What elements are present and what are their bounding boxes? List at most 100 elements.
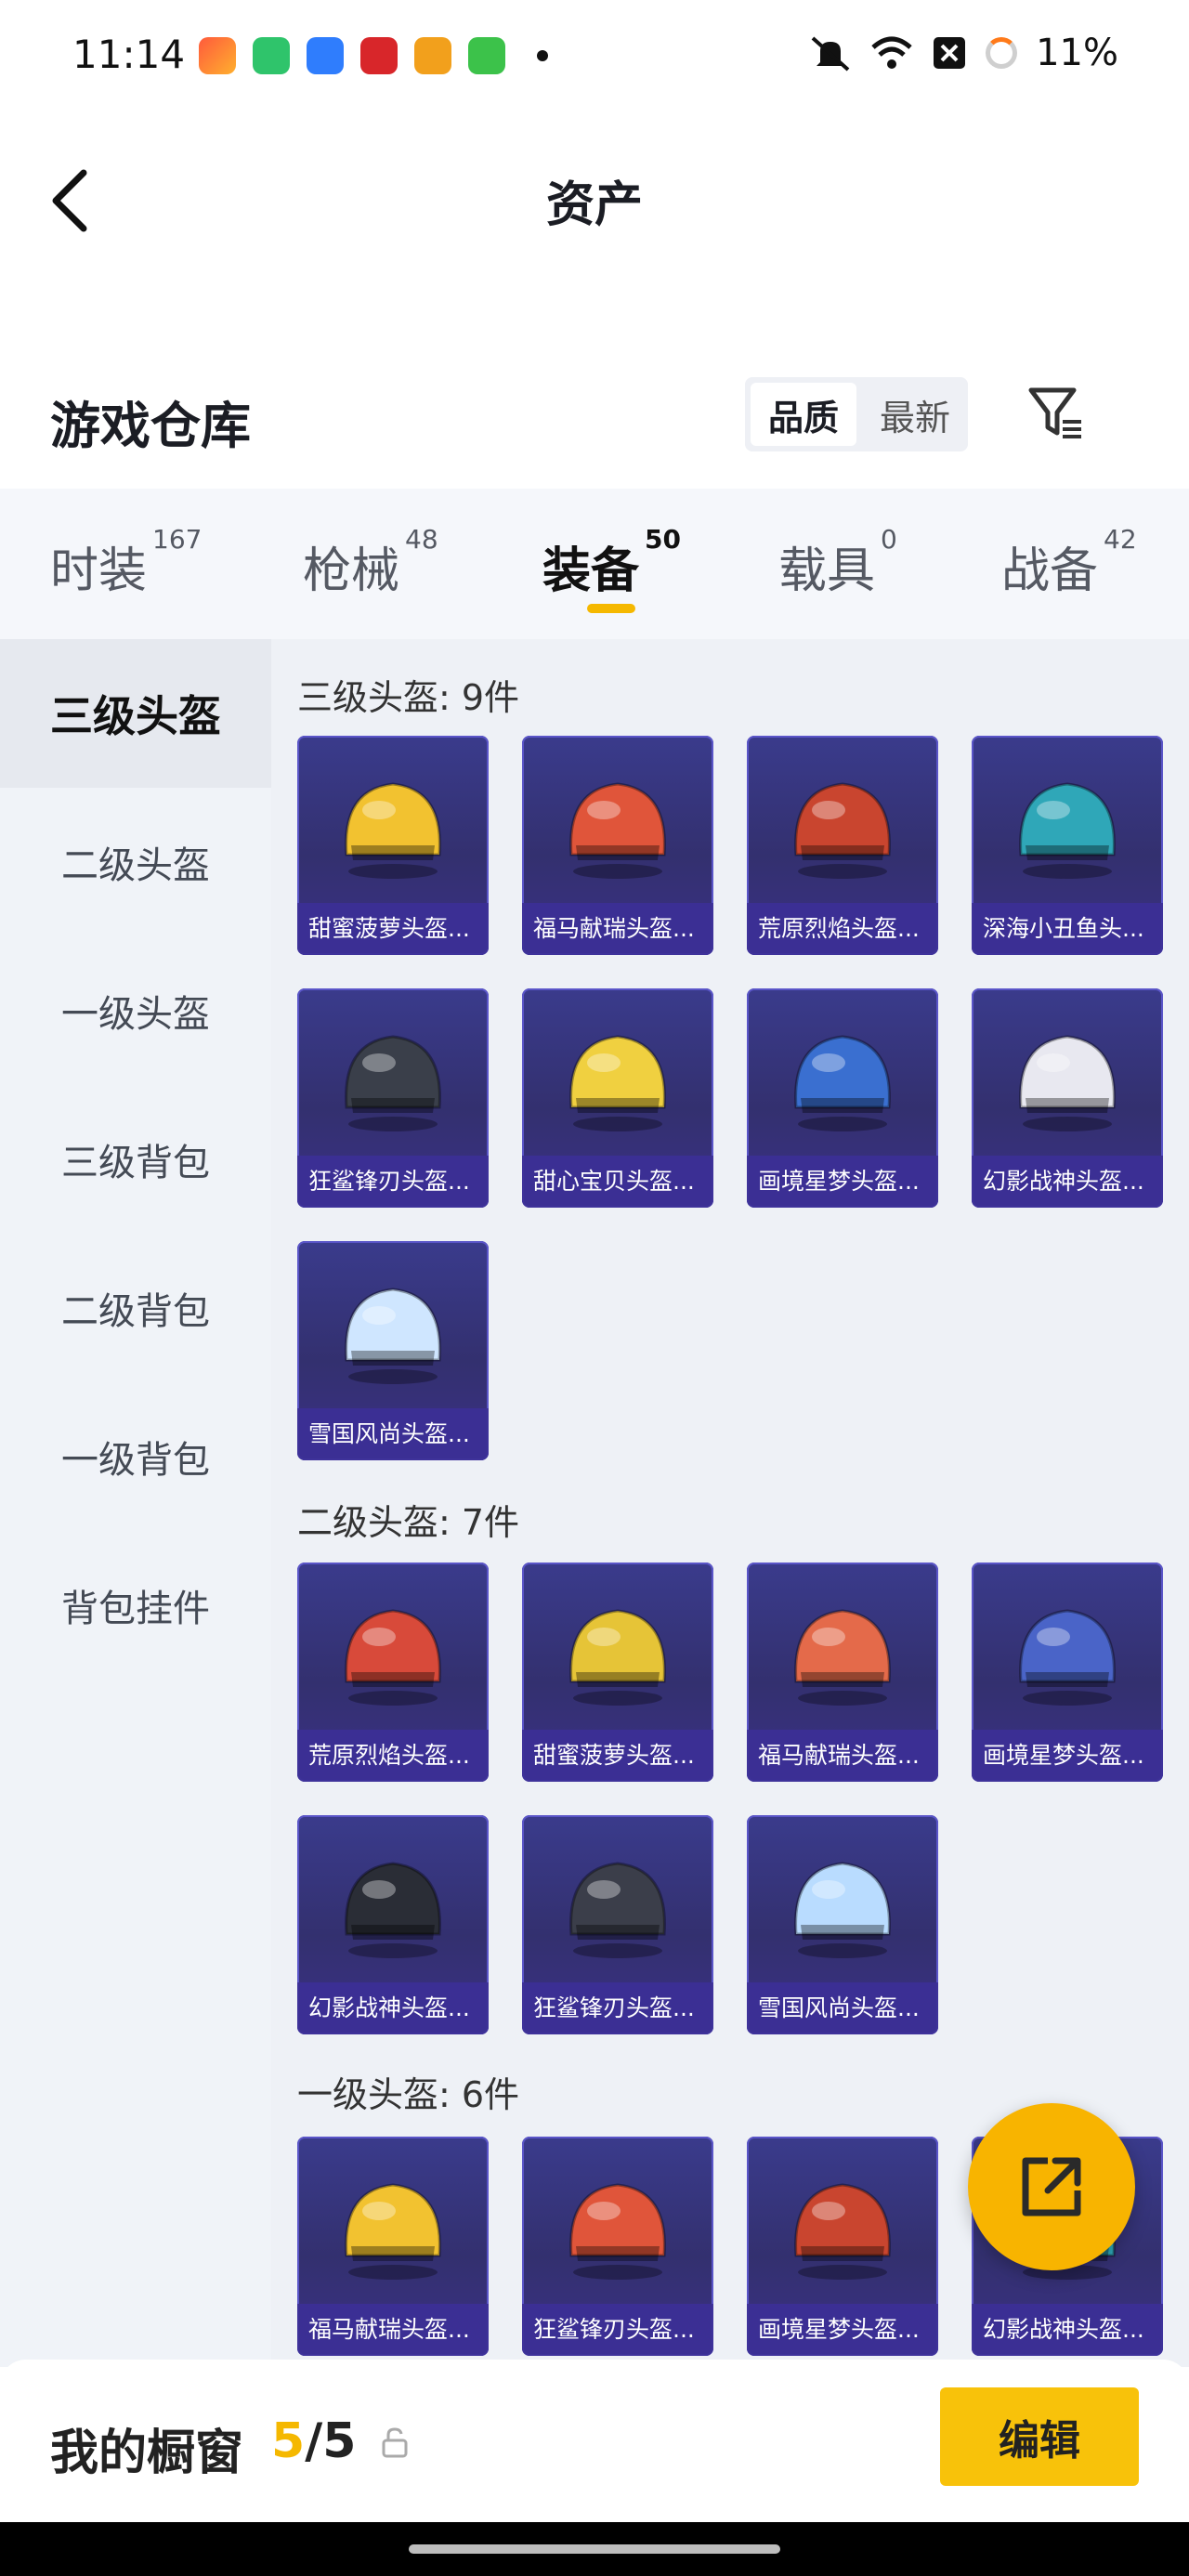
status-bar: 11:14 11% [0, 0, 1189, 111]
helmet-icon [794, 2183, 891, 2280]
item-name: 荒原烈焰头盔... [747, 903, 938, 955]
item-name: 甜蜜菠萝头盔... [297, 903, 489, 955]
sidebar-item-backpack-charm[interactable]: 背包挂件 [0, 1531, 271, 1680]
tab-equipment[interactable]: 装备50 [542, 524, 681, 601]
sidebar-item-level1-helmet[interactable]: 一级头盔 [0, 936, 271, 1085]
showcase-separator: / [305, 2413, 323, 2469]
helmet-icon [1019, 782, 1116, 879]
sidebar-item-level1-backpack[interactable]: 一级背包 [0, 1382, 271, 1531]
category-tabs: 时装167 枪械48 装备50 载具0 战备42 [0, 489, 1189, 639]
app-notification-icon [307, 37, 344, 74]
item-card[interactable]: 甜心宝贝头盔... [522, 988, 713, 1208]
item-name: 狂鲨锋刃头盔... [297, 1156, 489, 1208]
item-card[interactable]: 画境星梦头盔... [747, 988, 938, 1208]
tab-supplies[interactable]: 战备42 [1001, 524, 1137, 601]
item-card[interactable]: 甜蜜菠萝头盔... [522, 1563, 713, 1782]
item-card[interactable]: 幻影战神头盔... [972, 988, 1163, 1208]
item-name: 甜心宝贝头盔... [522, 1156, 713, 1208]
sidebar-item-level3-helmet[interactable]: 三级头盔 [0, 639, 271, 788]
tab-label: 枪械 [303, 543, 400, 599]
item-name: 雪国风尚头盔... [747, 1982, 938, 2034]
tab-count: 50 [645, 524, 681, 555]
item-card[interactable]: 雪国风尚头盔... [747, 1815, 938, 2034]
item-name: 福马献瑞头盔... [297, 2304, 489, 2356]
home-indicator[interactable] [409, 2544, 780, 2554]
sidebar-item-level2-backpack[interactable]: 二级背包 [0, 1234, 271, 1382]
item-card[interactable]: 荒原烈焰头盔... [297, 1563, 489, 1782]
sidebar-item-level3-backpack[interactable]: 三级背包 [0, 1085, 271, 1234]
helmet-icon [569, 1035, 666, 1131]
item-name: 幻影战神头盔... [972, 1156, 1163, 1208]
item-name: 幻影战神头盔... [297, 1982, 489, 2034]
item-card[interactable]: 画境星梦头盔... [747, 2137, 938, 2356]
helmet-icon [345, 1288, 441, 1384]
app-notification-icon [199, 37, 236, 74]
share-button[interactable] [968, 2103, 1135, 2270]
status-time: 11:14 [72, 32, 186, 77]
item-card[interactable]: 幻影战神头盔... [297, 1815, 489, 2034]
more-notifications-dot [537, 50, 548, 61]
showcase-label: 我的橱窗 [50, 2426, 244, 2481]
item-card[interactable]: 狂鲨锋刃头盔... [522, 2137, 713, 2356]
item-name: 甜蜜菠萝头盔... [522, 1730, 713, 1782]
helmet-icon [569, 782, 666, 879]
item-card[interactable]: 甜蜜菠萝头盔... [297, 736, 489, 955]
item-card[interactable]: 画境星梦头盔... [972, 1563, 1163, 1782]
item-card[interactable]: 荒原烈焰头盔... [747, 736, 938, 955]
tab-weapons[interactable]: 枪械48 [303, 524, 438, 601]
system-nav-bar [0, 2522, 1189, 2576]
helmet-icon [345, 1862, 441, 1958]
tab-vehicles[interactable]: 载具0 [778, 524, 897, 601]
showcase-total: 5 [322, 2413, 357, 2469]
helmet-icon [569, 1609, 666, 1706]
showcase-current: 5 [271, 2413, 306, 2469]
tab-count: 0 [881, 524, 897, 555]
sidebar-item-level2-helmet[interactable]: 二级头盔 [0, 788, 271, 936]
item-card[interactable]: 深海小丑鱼头... [972, 736, 1163, 955]
battery-percent: 11% [1036, 32, 1118, 74]
edit-button[interactable]: 编辑 [940, 2387, 1139, 2486]
section-title: 二级头盔: 7件 [297, 1502, 520, 1543]
sort-quality-button[interactable]: 品质 [751, 383, 856, 446]
helmet-icon [345, 1609, 441, 1706]
showcase-bar: 我的橱窗 5/5 编辑 [0, 2360, 1189, 2522]
section-title: 一级头盔: 6件 [297, 2074, 520, 2115]
item-card[interactable]: 雪国风尚头盔... [297, 1241, 489, 1460]
helmet-icon [1019, 1035, 1116, 1131]
item-name: 画境星梦头盔... [972, 1730, 1163, 1782]
item-card[interactable]: 福马献瑞头盔... [522, 736, 713, 955]
item-name: 画境星梦头盔... [747, 2304, 938, 2356]
item-name: 深海小丑鱼头... [972, 903, 1163, 955]
item-name: 狂鲨锋刃头盔... [522, 1982, 713, 2034]
helmet-icon [794, 1862, 891, 1958]
item-name: 福马献瑞头盔... [522, 903, 713, 955]
notification-icons [199, 37, 548, 74]
helmet-icon [794, 1609, 891, 1706]
showcase-count: 5/5 [271, 2413, 356, 2469]
item-card[interactable]: 福马献瑞头盔... [747, 1563, 938, 1782]
helmet-icon [1019, 1609, 1116, 1706]
helmet-icon [569, 1862, 666, 1958]
item-card[interactable]: 狂鲨锋刃头盔... [522, 1815, 713, 2034]
item-card[interactable]: 狂鲨锋刃头盔... [297, 988, 489, 1208]
tab-label: 装备 [542, 543, 640, 599]
app-notification-icon [360, 37, 398, 74]
tab-label: 载具 [778, 543, 876, 599]
app-notification-icon [468, 37, 505, 74]
helmet-icon [345, 782, 441, 879]
no-sim-icon [934, 37, 966, 69]
tab-label: 战备 [1001, 543, 1099, 599]
helmet-icon [794, 1035, 891, 1131]
item-card[interactable]: 福马献瑞头盔... [297, 2137, 489, 2356]
tab-fashion[interactable]: 时装167 [50, 524, 202, 601]
filter-icon[interactable] [1026, 383, 1085, 442]
battery-icon [986, 37, 1018, 69]
app-notification-icon [414, 37, 451, 74]
subcategory-sidebar: 三级头盔 二级头盔 一级头盔 三级背包 二级背包 一级背包 背包挂件 [0, 639, 271, 2367]
wifi-icon [871, 36, 912, 69]
item-name: 狂鲨锋刃头盔... [522, 2304, 713, 2356]
app-notification-icon [253, 37, 290, 74]
tab-count: 167 [152, 524, 203, 555]
sort-latest-button[interactable]: 最新 [862, 377, 968, 451]
warehouse-title: 游戏仓库 [50, 397, 251, 455]
